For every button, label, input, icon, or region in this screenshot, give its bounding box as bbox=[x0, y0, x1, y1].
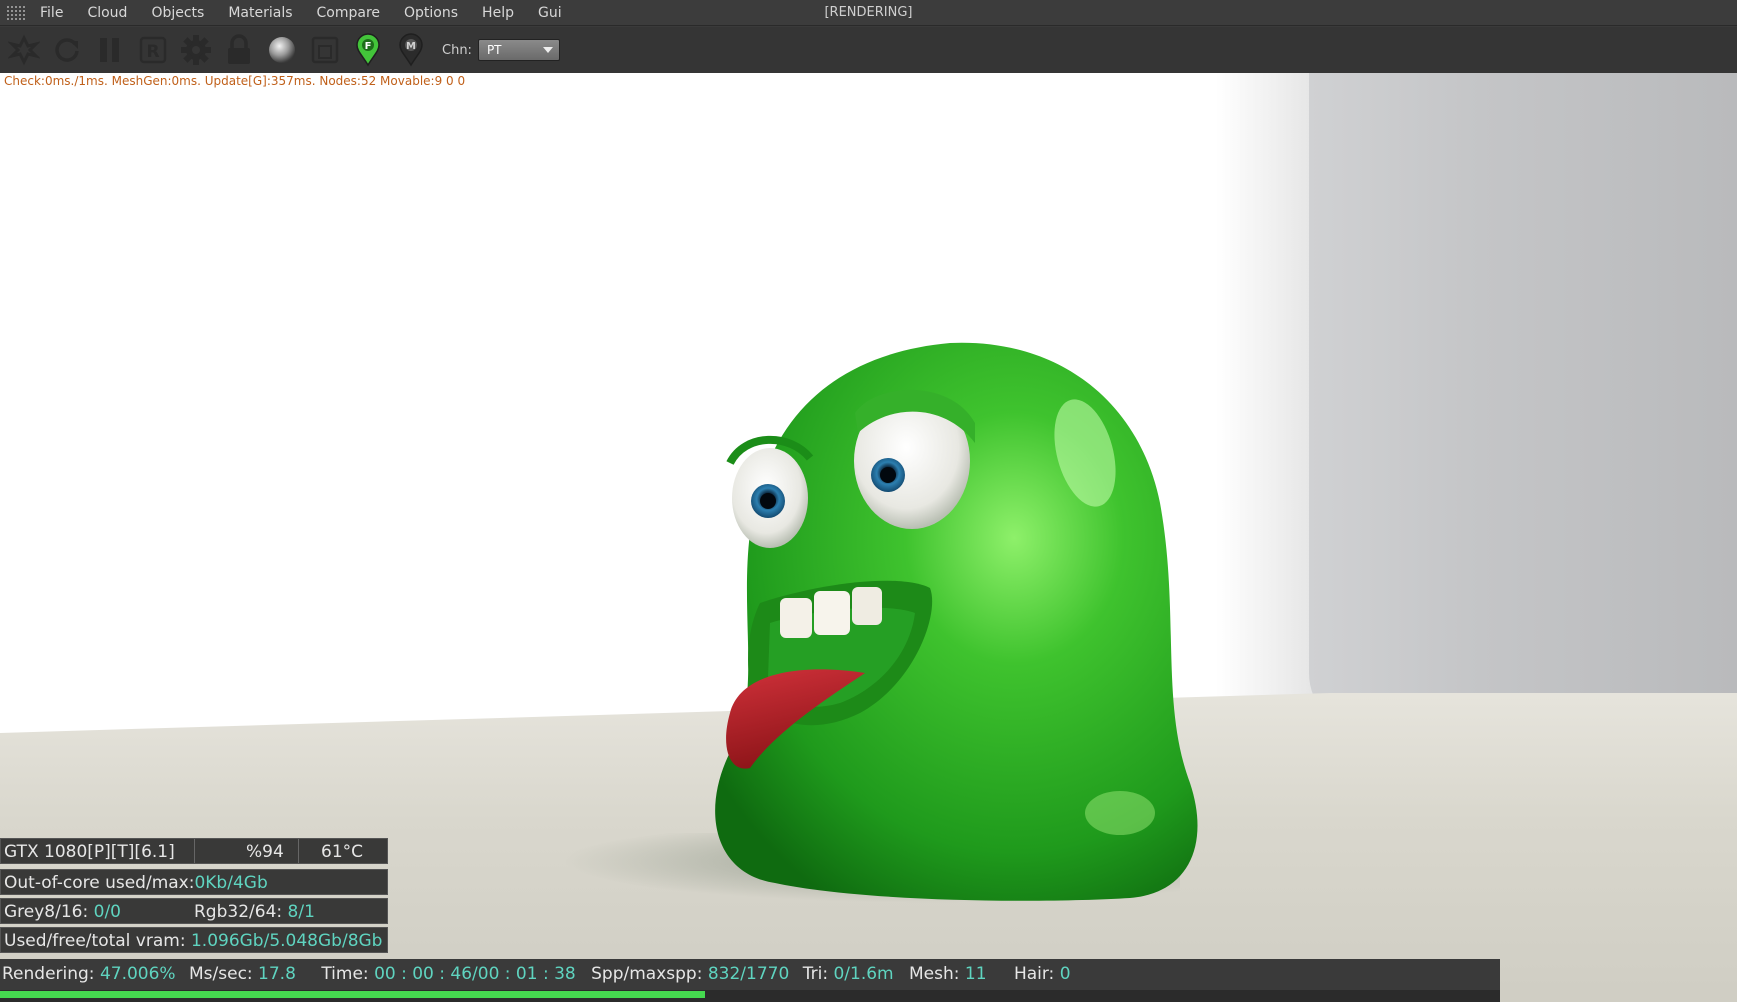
divider bbox=[194, 839, 195, 863]
grey-texture-text: Grey8/16: 0/0 bbox=[4, 899, 121, 925]
settings-gear-icon bbox=[181, 35, 211, 65]
mesh-value: 11 bbox=[964, 964, 987, 984]
material-pin-letter: M bbox=[406, 41, 416, 52]
grey-label: Grey8/16: bbox=[4, 902, 94, 922]
menu-objects[interactable]: Objects bbox=[139, 5, 216, 21]
hair-label: Hair: bbox=[1013, 964, 1060, 984]
rendering-percent: 47.006% bbox=[99, 964, 176, 984]
out-of-core-row: Out-of-core used/max:0Kb/4Gb bbox=[0, 869, 388, 895]
menu-compare[interactable]: Compare bbox=[305, 5, 393, 21]
grey-value: 0/0 bbox=[93, 902, 121, 922]
out-of-core-value: 0Kb/4Gb bbox=[194, 873, 268, 893]
toolbar: R F M Chn: PT bbox=[0, 27, 1737, 73]
out-of-core-label: Out-of-core used/max: bbox=[4, 873, 195, 893]
focus-pin-letter: F bbox=[365, 41, 372, 52]
mssec-label: Ms/sec: bbox=[189, 964, 259, 984]
menu-bar: File Cloud Objects Materials Compare Opt… bbox=[0, 0, 1737, 26]
rgb-label: Rgb32/64: bbox=[194, 902, 288, 922]
green-slime-character bbox=[715, 342, 1198, 901]
rendering-label: Rendering: bbox=[2, 964, 100, 984]
settings-button[interactable] bbox=[176, 30, 216, 70]
menu-gui[interactable]: Gui bbox=[526, 5, 574, 21]
focus-pin-icon: F bbox=[356, 33, 380, 67]
render-progress-bar bbox=[0, 990, 1500, 1002]
render-progress-fill bbox=[0, 991, 706, 998]
chevron-down-icon bbox=[542, 47, 553, 53]
menu-file[interactable]: File bbox=[36, 5, 75, 21]
region-letter: R bbox=[146, 42, 159, 62]
material-sphere-icon bbox=[269, 37, 295, 63]
render-stats-line: Check:0ms./1ms. MeshGen:0ms. Update[G]:3… bbox=[4, 74, 466, 88]
gpu-usage: %94 bbox=[246, 842, 284, 862]
pause-button[interactable] bbox=[90, 30, 130, 70]
channel-select-value: PT bbox=[486, 43, 502, 57]
pause-icon bbox=[100, 38, 119, 62]
rgb-texture-text: Rgb32/64: 8/1 bbox=[194, 899, 315, 925]
channel-select[interactable]: PT bbox=[477, 39, 560, 61]
hair-value: 0 bbox=[1059, 964, 1071, 984]
clear-render-icon bbox=[8, 34, 40, 66]
menu-options[interactable]: Options bbox=[392, 5, 470, 21]
vram-row: Used/free/total vram: 1.096Gb/5.048Gb/8G… bbox=[0, 927, 388, 953]
time-value: 00 : 00 : 46/00 : 01 : 38 bbox=[374, 964, 576, 984]
gpu-name: GTX 1080[P][T][6.1] bbox=[4, 842, 175, 862]
channel-label: Chn: bbox=[442, 42, 472, 58]
vram-value: 1.096Gb/5.048Gb/8Gb bbox=[190, 931, 383, 951]
tri-label: Tri: bbox=[802, 964, 834, 984]
menu-help[interactable]: Help bbox=[470, 5, 526, 21]
region-render-button[interactable]: R bbox=[133, 30, 173, 70]
lock-button[interactable] bbox=[219, 30, 259, 70]
studio-backdrop bbox=[1309, 73, 1737, 733]
menu-cloud[interactable]: Cloud bbox=[75, 5, 139, 21]
spp-label: Spp/maxspp: bbox=[591, 964, 708, 984]
gpu-temperature: 61°C bbox=[321, 842, 364, 862]
time-label: Time: bbox=[321, 964, 375, 984]
viewport-frame-button[interactable] bbox=[305, 30, 345, 70]
menu-materials[interactable]: Materials bbox=[216, 5, 304, 21]
vram-text: Used/free/total vram: 1.096Gb/5.048Gb/8G… bbox=[4, 928, 382, 954]
spp-value: 832/1770 bbox=[707, 964, 790, 984]
focus-picker-button[interactable]: F bbox=[348, 30, 388, 70]
material-pin-icon: M bbox=[399, 33, 423, 67]
region-render-icon: R bbox=[139, 36, 167, 64]
rgb-value: 8/1 bbox=[287, 902, 315, 922]
restart-button[interactable] bbox=[47, 30, 87, 70]
mssec-value: 17.8 bbox=[258, 964, 296, 984]
mesh-label: Mesh: bbox=[909, 964, 965, 984]
gpu-info-row: GTX 1080[P][T][6.1] %94 61°C bbox=[0, 838, 388, 864]
material-preview-button[interactable] bbox=[262, 30, 302, 70]
restart-icon bbox=[55, 38, 79, 62]
menu-grip-icon[interactable] bbox=[6, 4, 26, 21]
lock-icon bbox=[228, 34, 250, 64]
viewport-frame-icon bbox=[311, 36, 339, 64]
vram-label: Used/free/total vram: bbox=[4, 931, 191, 951]
tri-value: 0/1.6m bbox=[833, 964, 894, 984]
render-status-bar: Rendering: 47.006% Ms/sec: 17.8 Time: 00… bbox=[0, 959, 1500, 990]
divider bbox=[298, 839, 299, 863]
clear-render-button[interactable] bbox=[4, 30, 44, 70]
texture-count-row: Grey8/16: 0/0 Rgb32/64: 8/1 bbox=[0, 898, 388, 924]
material-picker-button[interactable]: M bbox=[391, 30, 431, 70]
out-of-core-text: Out-of-core used/max:0Kb/4Gb bbox=[4, 870, 268, 896]
